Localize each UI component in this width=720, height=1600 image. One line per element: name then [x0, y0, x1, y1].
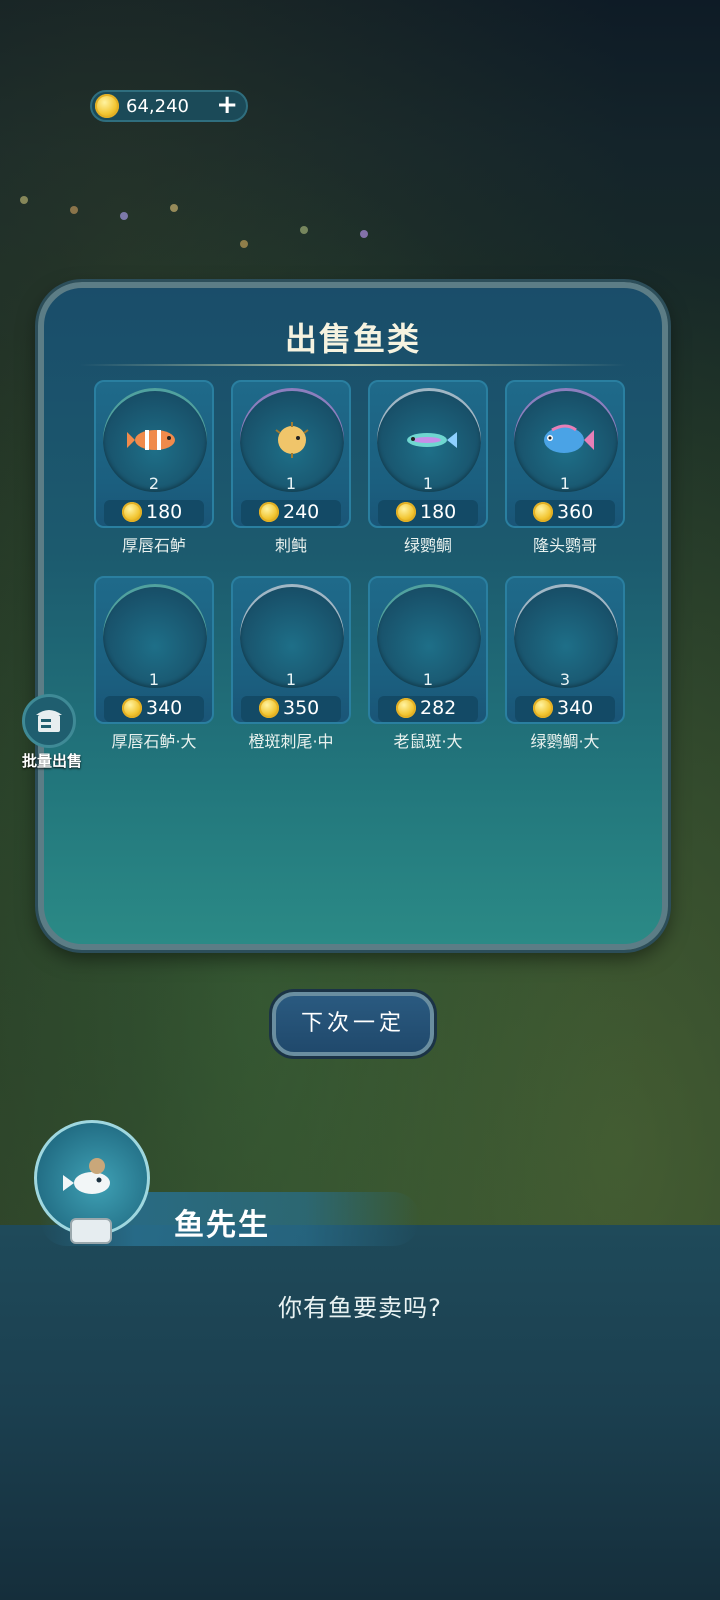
fish-name: 隆头鹦哥	[532, 536, 597, 555]
fish-price: 350	[283, 697, 320, 719]
coin-icon	[533, 698, 553, 718]
batch-sell-label: 批量出售	[21, 752, 82, 770]
fish-name: 厚唇石鲈	[121, 536, 186, 555]
fish-card[interactable]: 2 180	[94, 380, 214, 528]
pufferfish-icon	[262, 418, 322, 462]
fish-price: 340	[557, 697, 594, 719]
fish-card[interactable]: 1 240	[231, 380, 351, 528]
coin-icon	[533, 502, 553, 522]
npc-dialog-text: 你有鱼要卖吗?	[278, 1294, 442, 1322]
wrasse-icon	[399, 418, 459, 462]
price-tag: 360	[515, 500, 615, 526]
price-tag: 180	[378, 500, 478, 526]
fish-count: 1	[422, 474, 434, 493]
add-coins-button[interactable]: +	[216, 90, 238, 120]
fish-name: 厚唇石鲈·大	[111, 732, 197, 751]
price-tag: 340	[515, 696, 615, 722]
fish-card[interactable]: 1 340	[94, 576, 214, 724]
coin-icon	[95, 94, 119, 118]
fish-name: 绿鹦鲷·大	[530, 732, 600, 751]
fish-price: 282	[420, 697, 457, 719]
fish-card[interactable]: 1 282	[368, 576, 488, 724]
fish-price: 180	[420, 501, 457, 523]
shop-stand-icon	[36, 710, 62, 732]
panel-title: 出售鱼类	[284, 320, 421, 358]
fish-name: 老鼠斑·大	[393, 732, 463, 751]
dialog-box	[0, 1225, 720, 1600]
coin-amount: 64,240	[126, 96, 189, 117]
npc-name: 鱼先生	[174, 1208, 270, 1243]
clownfish-icon	[125, 418, 185, 462]
coin-icon	[122, 698, 142, 718]
sell-fish-panel: 出售鱼类 2 180 厚唇石鲈 1 240 刺鲀 1 180 绿鹦鲷 1 360 隆头鹦哥 1 340 厚唇…	[38, 282, 668, 950]
fish-name: 刺鲀	[274, 536, 307, 555]
fish-card[interactable]: 1 180	[368, 380, 488, 528]
coin-icon	[396, 698, 416, 718]
parrotfish-icon	[536, 418, 596, 462]
coin-balance: 64,240 +	[90, 90, 248, 122]
coin-icon	[259, 698, 279, 718]
fish-name: 橙斑刺尾·中	[248, 732, 334, 751]
price-tag: 180	[104, 500, 204, 526]
fish-name: 绿鹦鲷	[403, 536, 452, 555]
fish-count: 3	[559, 670, 571, 689]
next-time-button[interactable]: 下次一定	[272, 992, 434, 1056]
avatar-stand	[70, 1218, 112, 1244]
coin-icon	[122, 502, 142, 522]
title-divider	[80, 364, 626, 366]
batch-sell-button[interactable]	[22, 694, 76, 748]
fish-price: 340	[146, 697, 183, 719]
fish-card[interactable]: 1 360	[505, 380, 625, 528]
price-tag: 350	[241, 696, 341, 722]
fish-price: 180	[146, 501, 183, 523]
fish-card[interactable]: 1 350	[231, 576, 351, 724]
fish-count: 2	[148, 474, 160, 493]
price-tag: 282	[378, 696, 478, 722]
fish-card[interactable]: 3 340	[505, 576, 625, 724]
fish-count: 1	[148, 670, 160, 689]
price-tag: 340	[104, 696, 204, 722]
coin-icon	[396, 502, 416, 522]
fish-price: 360	[557, 501, 594, 523]
fish-count: 1	[285, 474, 297, 493]
fish-count: 1	[285, 670, 297, 689]
price-tag: 240	[241, 500, 341, 526]
fish-count: 1	[559, 474, 571, 493]
coin-icon	[259, 502, 279, 522]
fish-count: 1	[422, 670, 434, 689]
fish-mascot-icon	[63, 1158, 110, 1194]
fish-price: 240	[283, 501, 320, 523]
